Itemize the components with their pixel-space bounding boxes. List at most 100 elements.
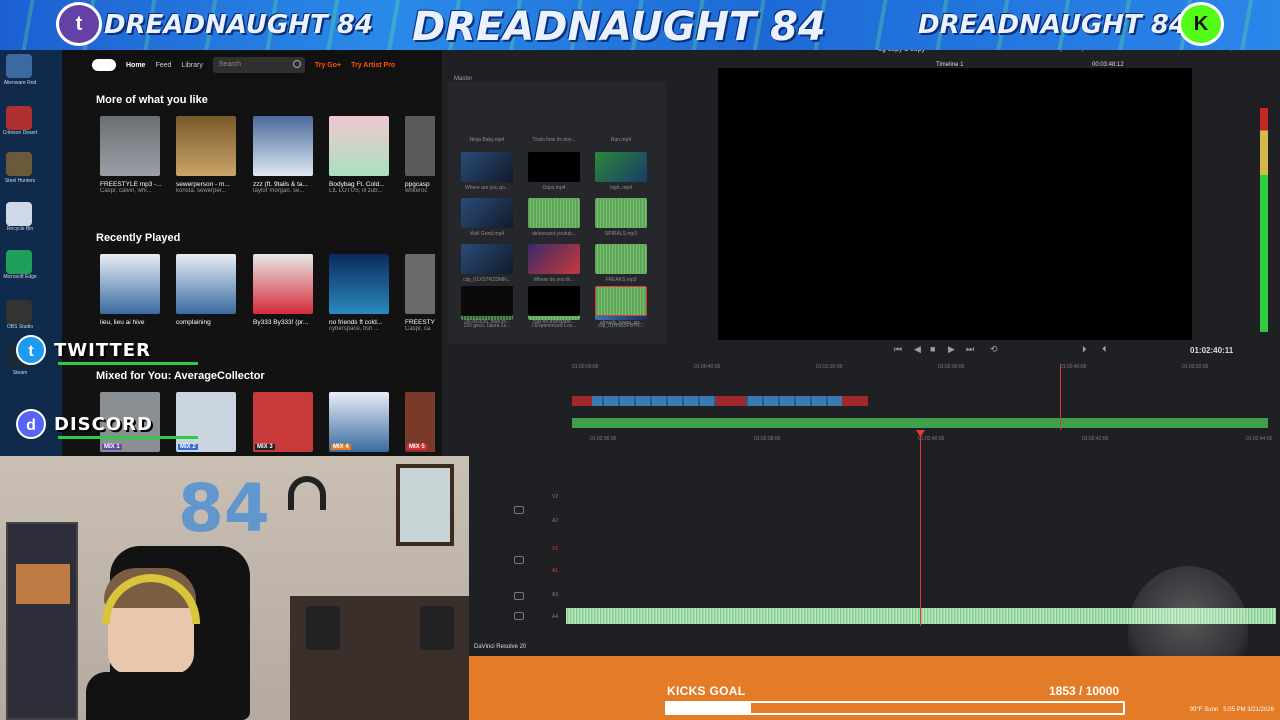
try-go-plus-link[interactable]: Try Go+ <box>315 62 341 69</box>
track-subtitle: LIL LOTUS, lil zub... <box>329 188 383 194</box>
clock-date[interactable]: 3/21/2026 <box>1247 707 1274 713</box>
media-clip[interactable]: SPIRALS.mp3 <box>595 198 647 237</box>
track-artwork[interactable] <box>405 116 435 176</box>
desktop-app-icon[interactable] <box>6 54 32 78</box>
media-clip[interactable]: Thats how its don... <box>528 104 580 143</box>
media-clip[interactable]: Where do you th... <box>528 244 580 283</box>
track-title[interactable]: Bodybag Ft. Cold... <box>329 181 391 188</box>
overview-clip-red[interactable] <box>572 396 592 406</box>
media-clip[interactable]: delosound-youtub... <box>528 198 580 237</box>
loop-icon[interactable]: ⟲ <box>990 344 998 355</box>
track-artwork[interactable] <box>253 116 313 176</box>
track-card[interactable]: sewerperson - m... konsta, sewerper... <box>176 116 238 194</box>
clock-time[interactable]: 5:05 PM <box>1223 707 1245 713</box>
nav-feed[interactable]: Feed <box>155 62 171 69</box>
search-icon[interactable] <box>292 60 301 68</box>
weather-text[interactable]: 99°F Sunn <box>1190 707 1218 713</box>
track-mute-icon[interactable] <box>514 506 524 514</box>
track-card[interactable]: zzz (ft. 9tails & ta... taylor morgan, s… <box>253 116 315 194</box>
track-card[interactable]: FREESTY Caspr, ca <box>405 254 435 332</box>
track-mute-icon[interactable] <box>514 592 524 600</box>
stop-icon[interactable]: ■ <box>930 344 935 354</box>
track-card[interactable]: Bodybag Ft. Cold... LIL LOTUS, lil zub..… <box>329 116 391 194</box>
track-title[interactable]: FREESTYLE mp3 -... <box>100 181 162 188</box>
mix-artwork[interactable]: MIX 5 <box>405 392 435 452</box>
track-artwork[interactable] <box>176 116 236 176</box>
obs-icon[interactable] <box>6 300 32 324</box>
media-clip[interactable]: cup-on-transpare... <box>528 286 580 325</box>
desktop-icon-label: Steel Hunters <box>4 178 36 184</box>
mix-artwork[interactable]: MIX 3 <box>253 392 313 452</box>
go-to-start-icon[interactable]: ⏮ <box>894 344 902 355</box>
step-back-icon[interactable]: ◀ <box>914 344 921 355</box>
stream-banner: t DREADNAUGHT 84 DREADNAUGHT 84 DREADNAU… <box>0 0 1280 50</box>
track-card[interactable]: By333 By333! (pr... <box>253 254 315 326</box>
track-title[interactable]: no friends ft cold... <box>329 319 391 326</box>
next-edit-icon[interactable]: ⏴ <box>1102 344 1107 355</box>
mix-artwork[interactable]: MIX 2 <box>176 392 236 452</box>
track-artwork[interactable] <box>100 116 160 176</box>
play-icon[interactable]: ▶ <box>948 344 955 355</box>
track-title[interactable]: complaining <box>176 319 238 326</box>
mix-card[interactable]: MIX 5 <box>405 392 435 452</box>
track-title[interactable]: sewerperson - m... <box>176 181 238 188</box>
media-clip[interactable]: clip_01XSTRZDMN... <box>461 244 513 283</box>
go-to-end-icon[interactable]: ⏭ <box>966 344 974 355</box>
overview-clip-red[interactable] <box>716 396 746 406</box>
overview-ruler: 01:00:00:00 01:00:40:00 01:01:20:00 01:0… <box>572 364 1272 374</box>
nav-home[interactable]: Home <box>126 62 145 69</box>
track-title[interactable]: FREESTY <box>405 319 435 326</box>
media-clip[interactable]: high..mp4 <box>595 152 647 191</box>
mix-card[interactable]: MIX 2 <box>176 392 238 452</box>
track-title[interactable]: zzz (ft. 9tails & ta... <box>253 181 315 188</box>
track-title[interactable]: ppgcasp <box>405 181 435 188</box>
track-card[interactable]: lieu, lieu ai hive <box>100 254 162 326</box>
desktop-app-icon[interactable] <box>6 152 32 176</box>
track-card[interactable]: ppgcasp whiteroc <box>405 116 435 194</box>
try-artist-pro-link[interactable]: Try Artist Pro <box>351 62 395 69</box>
video-viewer[interactable] <box>718 68 1192 340</box>
mix-card[interactable]: MIX 4 <box>329 392 391 452</box>
recycle-bin-icon[interactable] <box>6 202 32 226</box>
track-artwork[interactable] <box>329 116 389 176</box>
section-title: Mixed for You: AverageCollector <box>96 370 265 382</box>
discord-overlay: d DISCORD <box>16 409 198 439</box>
prev-edit-icon[interactable]: ⏵ <box>1082 344 1087 355</box>
webcam-feed: 84 <box>0 456 469 720</box>
nav-library[interactable]: Library <box>181 62 202 69</box>
overview-clip-red[interactable] <box>842 396 868 406</box>
media-clip[interactable]: Wall Grind.mp4 <box>461 198 513 237</box>
mix-artwork[interactable]: MIX 4 <box>329 392 389 452</box>
media-clip[interactable]: Where are you go... <box>461 152 513 191</box>
media-clip[interactable]: Run.mp4 <box>595 104 647 143</box>
overview-playhead[interactable] <box>1060 364 1061 430</box>
track-artwork[interactable] <box>329 254 389 314</box>
edge-icon[interactable] <box>6 250 32 274</box>
track-artwork[interactable] <box>176 254 236 314</box>
media-clip[interactable]: FREAKS.mp3 <box>595 244 647 283</box>
soundcloud-logo-icon[interactable] <box>92 59 116 71</box>
media-clip-selected[interactable]: already_knew_wx... <box>595 286 647 326</box>
track-label: A4 <box>552 614 559 620</box>
track-artwork[interactable] <box>253 254 313 314</box>
media-clip[interactable]: Ninja Baby.mp4 <box>461 104 513 143</box>
track-title[interactable]: By333 By333! (pr... <box>253 319 315 326</box>
track-artwork[interactable] <box>100 254 160 314</box>
resolve-window: og copy 2 copy Timeline 1 00:03:48:12 In… <box>442 46 1280 656</box>
track-mute-icon[interactable] <box>514 556 524 564</box>
overview-audio-track[interactable] <box>572 418 1268 428</box>
track-card[interactable]: no friends ft cold... cyberspace, fish .… <box>329 254 391 332</box>
ruler-label: 01:02:38:00 <box>754 436 781 442</box>
search-input[interactable]: Search <box>212 57 305 73</box>
track-artwork[interactable] <box>405 254 435 314</box>
timeline-playhead[interactable] <box>920 430 921 626</box>
track-mute-icon[interactable] <box>514 612 524 620</box>
track-title[interactable]: lieu, lieu ai hive <box>100 319 162 326</box>
track-card[interactable]: complaining <box>176 254 238 326</box>
ruler-label: 01:02:40:00 <box>1060 364 1087 370</box>
track-card[interactable]: FREESTYLE mp3 -... Caspr, calvin, whi... <box>100 116 162 194</box>
mix-card[interactable]: MIX 3 <box>253 392 315 452</box>
desktop-app-icon[interactable] <box>6 106 32 130</box>
media-clip[interactable]: Oops.mp4 <box>528 152 580 191</box>
media-clip[interactable]: 28-281536_blue-pi... <box>461 286 513 325</box>
